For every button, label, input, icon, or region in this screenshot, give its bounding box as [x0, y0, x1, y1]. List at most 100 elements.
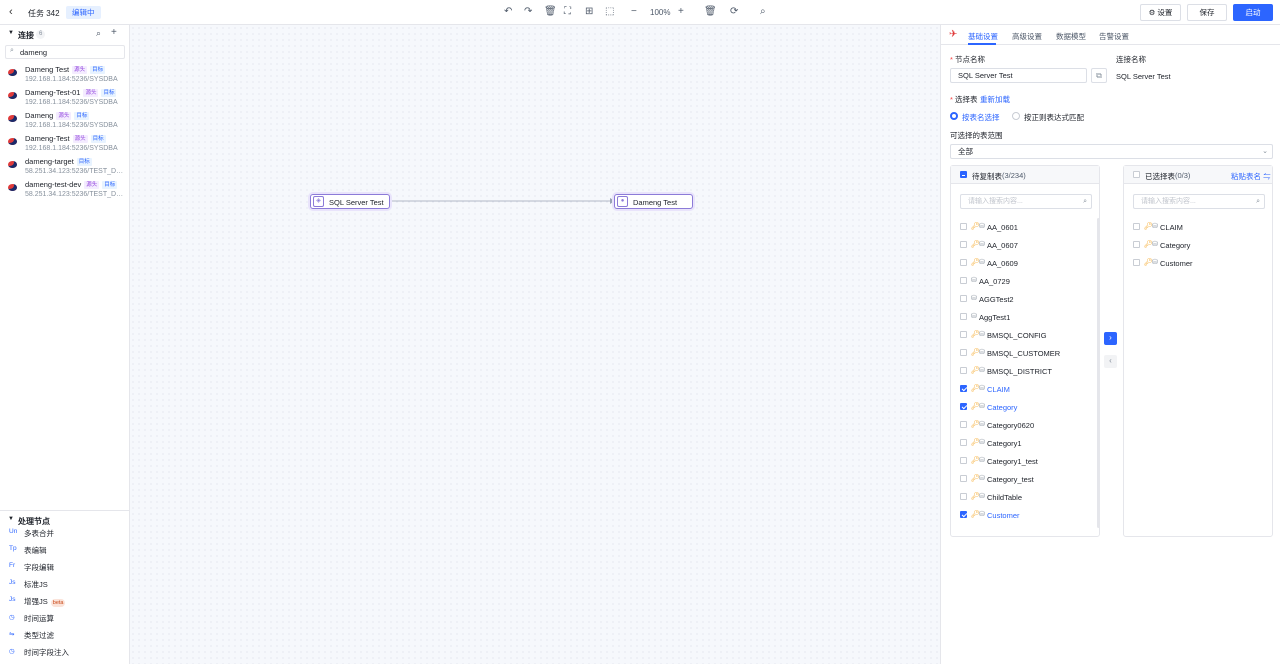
table-row[interactable]: 🔑︎ ⛁ Customer — [1124, 254, 1272, 272]
move-right-button[interactable]: › — [1104, 332, 1117, 345]
row-checkbox[interactable] — [960, 259, 967, 266]
search-icon[interactable]: ⌕ — [760, 6, 766, 18]
tab-advanced[interactable]: 高级设置 — [1012, 31, 1042, 42]
process-node-item[interactable]: Tp 表编辑 — [0, 541, 130, 558]
table-name: AA_0607 — [987, 241, 1018, 250]
row-checkbox[interactable] — [960, 241, 967, 248]
row-checkbox[interactable] — [960, 349, 967, 356]
process-node-item[interactable]: Un 多表合并 — [0, 524, 130, 541]
table-row[interactable]: ⛁ AGGTest2 — [951, 290, 1099, 308]
selected-search-input[interactable]: 请输入搜索内容... ⌕ — [1133, 194, 1265, 209]
row-checkbox[interactable] — [960, 439, 967, 446]
radio-by-regex[interactable] — [1012, 112, 1020, 120]
table-row[interactable]: 🔑︎ ⛁ Category0620 — [951, 416, 1099, 434]
row-checkbox[interactable] — [1133, 241, 1140, 248]
row-checkbox[interactable] — [960, 493, 967, 500]
connection-search[interactable]: ⌕ — [5, 45, 125, 59]
row-checkbox[interactable] — [960, 385, 967, 392]
table-row[interactable]: 🔑︎ ⛁ ChildTable — [951, 488, 1099, 506]
row-checkbox[interactable] — [1133, 259, 1140, 266]
row-checkbox[interactable] — [960, 295, 967, 302]
connection-item[interactable]: Dameng 源头 目标 192.168.1.184:5236/SYSDBA — [0, 110, 130, 133]
process-node-label: 增强JS — [24, 597, 48, 606]
row-checkbox[interactable] — [960, 457, 967, 464]
row-checkbox[interactable] — [960, 475, 967, 482]
connection-item[interactable]: dameng-test-dev 源头 目标 58.251.34.123:5236/T… — [0, 179, 130, 202]
select-mode-icon[interactable]: ⬚ — [605, 6, 614, 18]
row-checkbox[interactable] — [960, 223, 967, 230]
row-checkbox[interactable] — [960, 331, 967, 338]
table-icon: ⛁ — [971, 295, 977, 302]
save-button[interactable]: 保存 — [1187, 4, 1227, 21]
tab-data-model[interactable]: 数据模型 — [1056, 31, 1086, 42]
target-node[interactable]: ● Dameng Test — [614, 194, 693, 209]
process-node-item[interactable]: ◷ 时间字段注入 — [0, 643, 130, 660]
zoom-in-icon[interactable]: + — [678, 6, 684, 18]
table-row[interactable]: 🔑︎ ⛁ BMSQL_DISTRICT — [951, 362, 1099, 380]
row-checkbox[interactable] — [960, 403, 967, 410]
node-name-input[interactable]: SQL Server Test — [950, 68, 1087, 83]
move-left-button[interactable]: ‹ — [1104, 355, 1117, 368]
row-checkbox[interactable] — [960, 313, 967, 320]
tab-alerts[interactable]: 告警设置 — [1099, 31, 1129, 42]
connection-search-input[interactable] — [20, 47, 120, 58]
table-icon: ⛁ — [1152, 223, 1158, 230]
start-button[interactable]: 启动 — [1233, 4, 1273, 21]
range-select[interactable]: 全部 ⌄ — [950, 144, 1273, 159]
table-row[interactable]: 🔑︎ ⛁ Category — [951, 398, 1099, 416]
clear-icon[interactable]: 🗑︎ — [704, 6, 717, 18]
zoom-out-icon[interactable]: − — [631, 6, 637, 18]
source-search-input[interactable]: 请输入搜索内容... ⌕ — [960, 194, 1092, 209]
process-node-item[interactable]: ◷ 时间运算 — [0, 609, 130, 626]
table-row[interactable]: 🔑︎ ⛁ CLAIM — [1124, 218, 1272, 236]
row-checkbox[interactable] — [960, 511, 967, 518]
process-node-item[interactable]: Js 增强JS beta — [0, 592, 130, 609]
chevron-left-icon[interactable]: ‹ — [9, 6, 13, 18]
undo-icon[interactable]: ↶ — [504, 6, 512, 18]
search-icon[interactable]: ⌕ — [96, 28, 101, 39]
tab-basic[interactable]: 基础设置 — [968, 31, 998, 42]
reload-link[interactable]: 重新加载 — [980, 94, 1010, 105]
row-checkbox[interactable] — [960, 277, 967, 284]
paste-table-names-link[interactable]: 粘贴表名 ⇋ — [1231, 171, 1271, 182]
fit-screen-icon[interactable]: ⛶ — [564, 6, 571, 18]
select-all-checkbox[interactable] — [1133, 171, 1140, 178]
row-checkbox[interactable] — [960, 421, 967, 428]
table-row[interactable]: 🔑︎ ⛁ BMSQL_CUSTOMER — [951, 344, 1099, 362]
refresh-icon[interactable]: ⟳ — [730, 6, 738, 18]
redo-icon[interactable]: ↷ — [524, 6, 532, 18]
delete-icon[interactable]: 🗑︎ — [544, 6, 557, 18]
table-row[interactable]: 🔑︎ ⛁ Customer — [951, 506, 1099, 524]
connection-item[interactable]: Dameng-Test-01 源头 目标 192.168.1.184:5236/SY… — [0, 87, 130, 110]
table-row[interactable]: 🔑︎ ⛁ AA_0609 — [951, 254, 1099, 272]
table-row[interactable]: 🔑︎ ⛁ Category — [1124, 236, 1272, 254]
table-row[interactable]: 🔑︎ ⛁ CLAIM — [951, 380, 1099, 398]
table-row[interactable]: ⛁ AggTest1 — [951, 308, 1099, 326]
table-row[interactable]: 🔑︎ ⛁ Category_test — [951, 470, 1099, 488]
process-node-item[interactable]: Fr 字段编辑 — [0, 558, 130, 575]
table-row[interactable]: 🔑︎ ⛁ Category1_test — [951, 452, 1099, 470]
select-all-checkbox[interactable] — [960, 171, 967, 178]
table-row[interactable]: 🔑︎ ⛁ AA_0607 — [951, 236, 1099, 254]
row-checkbox[interactable] — [960, 367, 967, 374]
table-icon: ⛁ — [979, 259, 985, 266]
table-row[interactable]: 🔑︎ ⛁ AA_0601 — [951, 218, 1099, 236]
table-row[interactable]: 🔑︎ ⛁ BMSQL_CONFIG — [951, 326, 1099, 344]
row-checkbox[interactable] — [1133, 223, 1140, 230]
scrollbar[interactable] — [1097, 218, 1100, 528]
settings-button[interactable]: ⚙ 设置 — [1140, 4, 1181, 21]
copy-icon[interactable]: ⧉ — [1091, 68, 1107, 83]
add-icon[interactable]: + — [111, 27, 117, 38]
dag-canvas[interactable]: ◈ SQL Server Test ● Dameng Test — [130, 25, 940, 664]
auto-layout-icon[interactable]: ⊞ — [585, 6, 593, 18]
source-node[interactable]: ◈ SQL Server Test — [310, 194, 390, 209]
connection-item[interactable]: Dameng Test 源头 目标 192.168.1.184:5236/SYSDB… — [0, 64, 130, 87]
process-node-item[interactable]: ⇋ 类型过滤 — [0, 626, 130, 643]
connection-item[interactable]: Dameng-Test 源头 目标 192.168.1.184:5236/SYSDB… — [0, 133, 130, 156]
table-row[interactable]: 🔑︎ ⛁ Category1 — [951, 434, 1099, 452]
radio-by-name[interactable] — [950, 112, 958, 120]
table-row[interactable]: ⛁ AA_0729 — [951, 272, 1099, 290]
connection-item[interactable]: dameng-target 目标 58.251.34.123:5236/TEST_… — [0, 156, 130, 179]
connections-header[interactable]: ▼ 连接 6 ⌕ + — [0, 27, 130, 43]
process-node-item[interactable]: Js 标准JS — [0, 575, 130, 592]
